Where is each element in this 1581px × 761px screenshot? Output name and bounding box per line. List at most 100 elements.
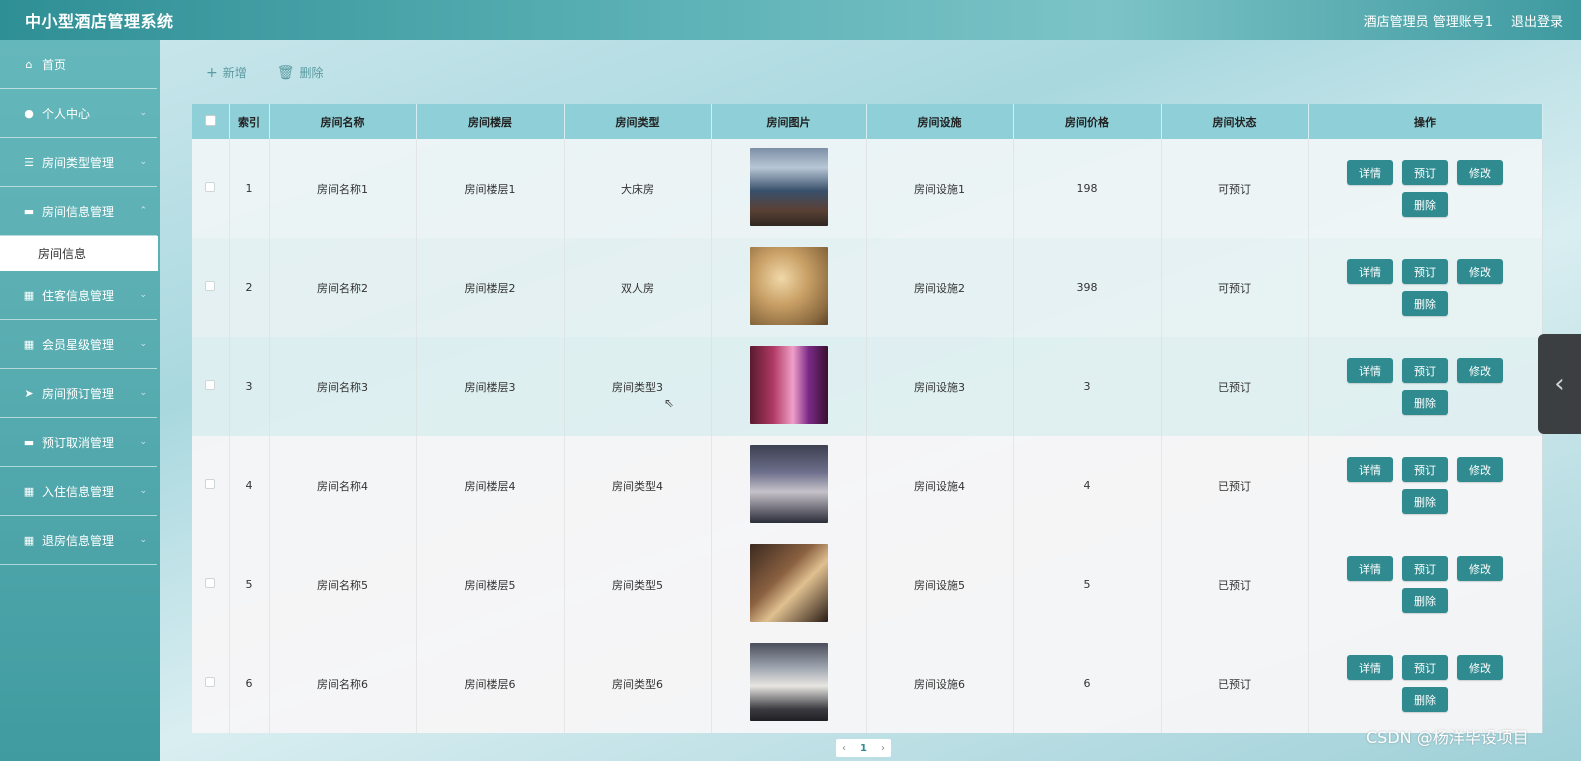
sidebar-item-checkout[interactable]: ▦ 退房信息管理 ⌄ [0, 516, 157, 565]
delete-button[interactable]: 删除 [1402, 489, 1448, 514]
cell-room-type: 双人房 [564, 238, 712, 337]
book-button[interactable]: 预订 [1402, 358, 1448, 383]
cell-room-status: 可预订 [1161, 139, 1309, 238]
sidebar-item-home[interactable]: ⌂ 首页 [0, 40, 157, 89]
book-button[interactable]: 预订 [1402, 160, 1448, 185]
next-page-button[interactable]: › [881, 743, 885, 754]
side-panel-toggle[interactable]: ‹ [1538, 334, 1581, 434]
detail-button[interactable]: 详情 [1347, 358, 1393, 383]
chevron-down-icon: ⌄ [139, 108, 147, 118]
detail-button[interactable]: 详情 [1347, 457, 1393, 482]
room-table: 索引 房间名称 房间楼层 房间类型 房间图片 房间设施 房间价格 房间状态 操作… [192, 104, 1543, 733]
sidebar-item-cancel[interactable]: ▬ 预订取消管理 ⌄ [0, 418, 157, 467]
grid-icon: ▦ [23, 533, 35, 547]
sidebar-item-booking[interactable]: ➤ 房间预订管理 ⌄ [0, 369, 157, 418]
row-checkbox[interactable] [205, 380, 216, 390]
edit-button[interactable]: 修改 [1457, 556, 1503, 581]
detail-button[interactable]: 详情 [1347, 259, 1393, 284]
row-checkbox[interactable] [205, 578, 216, 588]
book-button[interactable]: 预订 [1402, 556, 1448, 581]
delete-button[interactable]: 删除 [1402, 192, 1448, 217]
cell-index: 4 [229, 436, 270, 535]
sidebar-item-room-type[interactable]: ☰ 房间类型管理 ⌄ [0, 138, 157, 187]
chevron-down-icon: ⌄ [139, 388, 147, 398]
chevron-left-icon: ‹ [1554, 369, 1565, 399]
cell-room-status: 已预订 [1161, 337, 1309, 436]
column-header: 房间图片 [711, 104, 867, 139]
cell-room-type: 房间类型5 [564, 535, 712, 634]
edit-button[interactable]: 修改 [1457, 160, 1503, 185]
edit-button[interactable]: 修改 [1457, 655, 1503, 680]
cell-room-name: 房间名称3 [269, 337, 417, 436]
row-checkbox[interactable] [205, 677, 216, 687]
sidebar-item-member[interactable]: ▦ 会员星级管理 ⌄ [0, 320, 157, 369]
prev-page-button[interactable]: ‹ [842, 743, 846, 754]
detail-button[interactable]: 详情 [1347, 160, 1393, 185]
row-checkbox[interactable] [205, 182, 216, 192]
book-button[interactable]: 预订 [1402, 655, 1448, 680]
table-row: 3 房间名称3 房间楼层3 房间类型3 房间设施3 3 已预订 详情 预订 修改… [192, 337, 1543, 436]
delete-button[interactable]: 删除 [1402, 291, 1448, 316]
user-icon: ● [24, 106, 34, 120]
cell-index: 3 [229, 337, 270, 436]
sidebar-item-checkin[interactable]: ▦ 入住信息管理 ⌄ [0, 467, 157, 516]
select-all-cell[interactable] [192, 104, 230, 139]
column-header: 房间设施 [866, 104, 1014, 139]
cell-room-facility: 房间设施6 [866, 634, 1014, 733]
select-all-checkbox[interactable] [204, 114, 216, 126]
cell-room-facility: 房间设施1 [866, 139, 1014, 238]
room-image[interactable] [749, 643, 828, 721]
delete-button[interactable]: 删除 [1402, 687, 1448, 712]
book-button[interactable]: 预订 [1402, 457, 1448, 482]
bulk-delete-button[interactable]: 🗑 删除 [277, 64, 324, 81]
row-checkbox[interactable] [205, 479, 216, 489]
detail-button[interactable]: 详情 [1347, 556, 1393, 581]
edit-button[interactable]: 修改 [1457, 358, 1503, 383]
add-button[interactable]: + 新增 [206, 64, 247, 81]
sidebar-item-guest[interactable]: ▦ 住客信息管理 ⌄ [0, 271, 157, 320]
room-image[interactable] [749, 247, 828, 325]
row-checkbox[interactable] [205, 281, 216, 291]
cell-room-facility: 房间设施2 [866, 238, 1014, 337]
sidebar-subitem-room-info[interactable]: 房间信息 [0, 236, 158, 271]
delete-button[interactable]: 删除 [1402, 390, 1448, 415]
book-button[interactable]: 预订 [1402, 259, 1448, 284]
table-header-row: 索引 房间名称 房间楼层 房间类型 房间图片 房间设施 房间价格 房间状态 操作 [192, 104, 1543, 139]
row-actions: 详情 预订 修改 删除 [1340, 655, 1510, 712]
sidebar-item-label: 会员星级管理 [42, 337, 115, 352]
table-row: 2 房间名称2 房间楼层2 双人房 房间设施2 398 可预订 详情 预订 修改… [192, 238, 1543, 337]
delete-button[interactable]: 删除 [1402, 588, 1448, 613]
cell-room-price: 6 [1013, 634, 1162, 733]
chevron-down-icon: ⌄ [139, 437, 147, 447]
room-image[interactable] [749, 148, 828, 226]
cell-room-name: 房间名称5 [269, 535, 417, 634]
pagination: ‹ 1 › [836, 739, 891, 757]
sidebar-item-label: 入住信息管理 [42, 484, 115, 499]
detail-button[interactable]: 详情 [1347, 655, 1393, 680]
current-page[interactable]: 1 [860, 743, 867, 754]
grid-icon: ▦ [23, 484, 35, 498]
send-icon: ➤ [24, 386, 34, 400]
sliders-icon: ☰ [24, 155, 34, 169]
room-image[interactable] [749, 544, 828, 622]
sidebar-item-room-info[interactable]: ▬ 房间信息管理 ⌃ [0, 187, 157, 236]
column-header: 操作 [1308, 104, 1543, 139]
sidebar-item-label: 首页 [42, 57, 67, 72]
sidebar-item-profile[interactable]: ● 个人中心 ⌄ [0, 89, 157, 138]
ticket-icon: ▬ [23, 435, 35, 449]
cell-index: 1 [229, 139, 270, 238]
logout-link[interactable]: 退出登录 [1511, 11, 1563, 30]
edit-button[interactable]: 修改 [1457, 457, 1503, 482]
row-actions: 详情 预订 修改 删除 [1340, 556, 1510, 613]
home-icon: ⌂ [25, 57, 33, 71]
cell-room-status: 已预订 [1161, 634, 1309, 733]
row-actions: 详情 预订 修改 删除 [1340, 160, 1510, 217]
cell-room-floor: 房间楼层2 [416, 238, 565, 337]
cell-room-floor: 房间楼层6 [416, 634, 565, 733]
room-image[interactable] [749, 346, 828, 424]
edit-button[interactable]: 修改 [1457, 259, 1503, 284]
cell-room-facility: 房间设施5 [866, 535, 1014, 634]
chevron-down-icon: ⌄ [139, 486, 147, 496]
chevron-down-icon: ⌄ [139, 157, 147, 167]
room-image[interactable] [749, 445, 828, 523]
